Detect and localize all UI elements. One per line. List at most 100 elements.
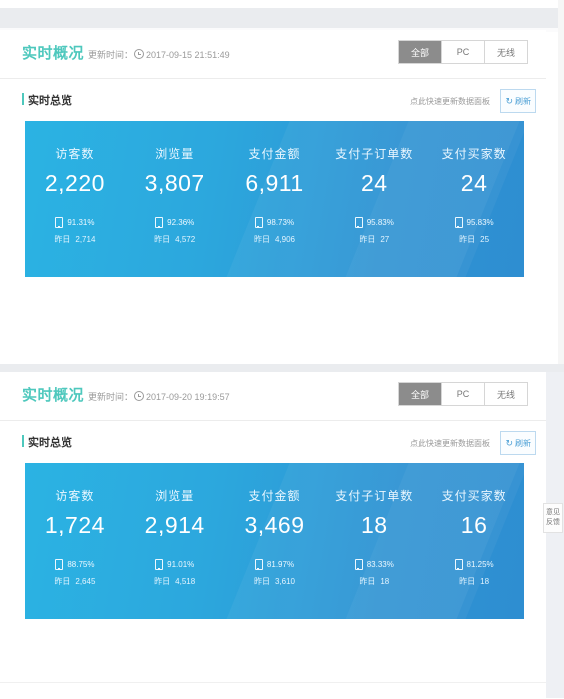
metric-previous-day: 昨日 3,610 (254, 576, 295, 587)
metric-prev-value: 2,645 (75, 577, 96, 586)
refresh-button[interactable]: ↻ 刷新 (500, 89, 536, 113)
metric-value: 16 (460, 512, 488, 538)
clock-icon (134, 49, 145, 59)
metric-prev-label: 昨日 (359, 577, 376, 586)
refresh-hint-text: 点此快速更新数据面板 (410, 439, 490, 448)
metric-mobile-share: 95.83% (354, 217, 394, 228)
refresh-button-label: 刷新 (515, 96, 531, 106)
segment-wireless[interactable]: 无线 (485, 41, 527, 63)
metric-prev-label: 昨日 (253, 235, 270, 244)
metric-pct: 88.75% (67, 560, 95, 569)
metric-previous-day: 昨日 18 (359, 576, 389, 587)
metric-mobile-share: 91.01% (155, 559, 194, 570)
metric-previous-day: 昨日 27 (359, 234, 389, 245)
metric-label: 访客数 (55, 489, 95, 503)
metric-prev-label: 昨日 (459, 235, 476, 244)
realtime-overview-screenshot-2: 实时概况 更新时间： 2017-09-20 19:19:57 全部 PC 无线 实… (0, 372, 546, 633)
metric-pct: 83.33% (366, 560, 394, 569)
page-top-band (0, 8, 564, 28)
update-time-label: 更新时间： (88, 50, 134, 60)
metric-pct: 92.36% (167, 218, 195, 227)
refresh-hint-text: 点此快速更新数据面板 (410, 97, 490, 106)
metrics-panel-wrapper: 访客数 1,724 88.75% 昨日 2,645 浏览量 2,914 91.0… (0, 463, 546, 633)
mobile-phone-icon (55, 217, 64, 228)
segment-pc[interactable]: PC (442, 41, 485, 63)
metric-pct: 95.83% (366, 218, 394, 227)
mobile-phone-icon (254, 559, 263, 570)
metric-value: 24 (360, 170, 388, 196)
metric-card[interactable]: 访客数 1,724 88.75% 昨日 2,645 (25, 463, 125, 619)
metric-previous-day: 昨日 2,714 (54, 234, 95, 245)
device-filter-segmented-control[interactable]: 全部 PC 无线 (398, 382, 528, 406)
metric-card[interactable]: 访客数 2,220 91.31% 昨日 2,714 (25, 121, 125, 277)
metric-value: 24 (460, 170, 488, 196)
metrics-panel-wrapper: 访客数 2,220 91.31% 昨日 2,714 浏览量 3,807 92.3… (0, 121, 546, 291)
feedback-tab[interactable]: 意见反馈 (543, 503, 563, 533)
refresh-button-label: 刷新 (515, 438, 531, 448)
metric-prev-value: 27 (380, 235, 390, 244)
metric-prev-label: 昨日 (359, 235, 376, 244)
metric-card[interactable]: 支付子订单数 24 95.83% 昨日 27 (324, 121, 424, 277)
metric-card[interactable]: 支付买家数 24 95.83% 昨日 25 (424, 121, 524, 277)
panel-header: 实时概况 更新时间： 2017-09-15 21:51:49 全部 PC 无线 (0, 30, 546, 79)
metric-value: 6,911 (245, 170, 304, 196)
metric-mobile-share: 88.75% (55, 559, 94, 570)
metric-prev-value: 18 (380, 577, 390, 586)
page-title: 实时概况 (22, 387, 85, 404)
section-title: 实时总览 (22, 92, 72, 108)
metric-card[interactable]: 浏览量 2,914 91.01% 昨日 4,518 (125, 463, 225, 619)
metric-label: 支付子订单数 (335, 489, 414, 503)
page-title: 实时概况 (22, 45, 85, 62)
section-subheader: 实时总览 点此快速更新数据面板 ↻ 刷新 (0, 79, 546, 121)
refresh-icon: ↻ (505, 95, 513, 106)
next-section-stub (0, 682, 546, 699)
metric-prev-value: 4,572 (175, 235, 196, 244)
metric-mobile-share: 95.83% (454, 217, 494, 228)
mobile-phone-icon (55, 559, 64, 570)
metric-label: 支付子订单数 (335, 147, 414, 161)
segment-wireless[interactable]: 无线 (485, 383, 527, 405)
metric-prev-label: 昨日 (54, 577, 71, 586)
metric-prev-value: 25 (480, 235, 490, 244)
metric-previous-day: 昨日 4,518 (154, 576, 195, 587)
metric-prev-value: 3,610 (274, 577, 295, 586)
metric-prev-label: 昨日 (154, 235, 171, 244)
metric-previous-day: 昨日 18 (459, 576, 489, 587)
metric-label: 浏览量 (155, 147, 195, 161)
mobile-phone-icon (254, 217, 263, 228)
device-filter-segmented-control[interactable]: 全部 PC 无线 (398, 40, 528, 64)
segment-all[interactable]: 全部 (399, 41, 442, 63)
metric-value: 18 (360, 512, 388, 538)
section-title: 实时总览 (22, 434, 72, 450)
section-subheader: 实时总览 点此快速更新数据面板 ↻ 刷新 (0, 421, 546, 463)
metric-prev-value: 4,518 (175, 577, 196, 586)
metric-label: 支付买家数 (441, 489, 507, 503)
segment-all[interactable]: 全部 (399, 383, 442, 405)
metric-card[interactable]: 支付子订单数 18 83.33% 昨日 18 (324, 463, 424, 619)
refresh-icon: ↻ (505, 437, 513, 448)
metric-mobile-share: 98.73% (254, 217, 294, 228)
update-time-value: 2017-09-15 21:51:49 (146, 50, 230, 60)
metric-mobile-share: 81.25% (454, 559, 494, 570)
segment-pc[interactable]: PC (442, 383, 485, 405)
metric-mobile-share: 81.97% (254, 559, 294, 570)
metric-mobile-share: 83.33% (354, 559, 394, 570)
metric-value: 3,469 (244, 512, 305, 538)
metric-previous-day: 昨日 4,572 (154, 234, 195, 245)
metric-card[interactable]: 支付买家数 16 81.25% 昨日 18 (424, 463, 524, 619)
mobile-phone-icon (354, 559, 363, 570)
update-time-text: 更新时间： 2017-09-20 19:19:57 (88, 390, 230, 403)
metric-card[interactable]: 浏览量 3,807 92.36% 昨日 4,572 (125, 121, 225, 277)
metric-prev-label: 昨日 (459, 577, 476, 586)
metric-card[interactable]: 支付金额 6,911 98.73% 昨日 4,906 (225, 121, 325, 277)
metric-prev-value: 2,714 (75, 235, 96, 244)
refresh-button[interactable]: ↻ 刷新 (500, 431, 536, 455)
metric-previous-day: 昨日 2,645 (54, 576, 95, 587)
mobile-phone-icon (354, 217, 363, 228)
realtime-overview-screenshot-1: 实时概况 更新时间： 2017-09-15 21:51:49 全部 PC 无线 实… (0, 30, 546, 291)
metric-pct: 95.83% (466, 218, 494, 227)
metrics-row: 访客数 2,220 91.31% 昨日 2,714 浏览量 3,807 92.3… (25, 121, 524, 277)
metric-card[interactable]: 支付金额 3,469 81.97% 昨日 3,610 (225, 463, 325, 619)
metric-value: 2,914 (144, 512, 205, 538)
metric-value: 1,724 (44, 512, 105, 538)
